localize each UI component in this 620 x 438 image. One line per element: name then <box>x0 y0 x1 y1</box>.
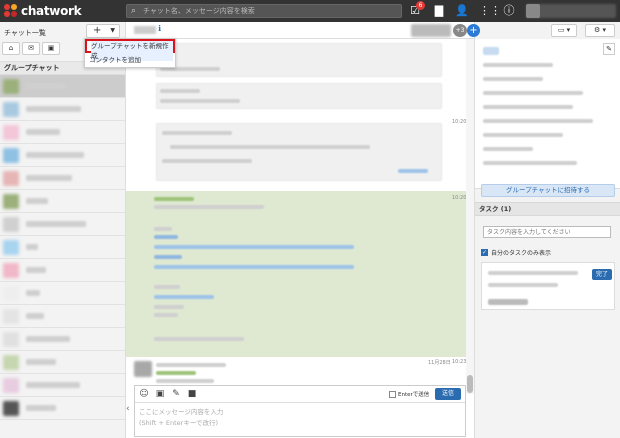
enter-to-send-toggle[interactable]: Enterで送信 <box>389 390 429 398</box>
room-item[interactable] <box>0 190 125 213</box>
chat-list-title: チャット一覧 <box>4 29 46 37</box>
message-time: 10:23 <box>452 359 467 365</box>
add-contact-item[interactable]: コンタクトを追加 <box>85 53 175 67</box>
attach-icon[interactable]: ✎ <box>171 389 181 399</box>
emoji-icon[interactable]: ☺ <box>139 389 149 399</box>
room-item[interactable] <box>0 374 125 397</box>
search-input[interactable] <box>143 6 393 16</box>
add-contact-label: コンタクトを追加 <box>89 56 141 64</box>
home-filter-icon[interactable]: ⌂ <box>2 42 20 55</box>
chat-list-pane: チャット一覧 + ▼ ⌂ ✉ ▣ グループチャット <box>0 22 126 438</box>
room-item[interactable] <box>0 213 125 236</box>
room-item[interactable] <box>0 121 125 144</box>
logo-mark-icon <box>4 4 18 18</box>
room-item[interactable] <box>0 397 125 420</box>
file-menu-button[interactable]: ▭ ▾ <box>551 24 577 37</box>
room-info-icon[interactable]: ℹ <box>158 24 161 33</box>
settings-gear-icon[interactable]: ⚙ ▾ <box>585 24 615 37</box>
task-check-icon[interactable]: ☑ 6 <box>408 1 425 18</box>
room-list <box>0 75 125 420</box>
add-member-icon[interactable]: + <box>467 24 480 37</box>
enter-to-send-label: Enterで送信 <box>398 392 430 398</box>
task-input[interactable] <box>483 226 611 238</box>
room-item[interactable] <box>0 282 125 305</box>
collapse-left-icon[interactable]: ‹ <box>126 404 130 414</box>
member-avatars[interactable] <box>411 24 451 37</box>
folder-icon[interactable]: ▇ <box>432 4 446 18</box>
create-group-chat-item[interactable]: グループチャットを新規作成 <box>85 39 175 61</box>
search-icon: ⌕ <box>131 6 137 16</box>
avatar[interactable] <box>526 4 540 18</box>
room-item[interactable] <box>0 75 125 98</box>
message-composer: ☺ ▣ ✎ ■ Enterで送信 送信 ここにメッセージ内容を入力 (Shift… <box>134 385 466 437</box>
chatwork-logo[interactable]: chatwork <box>4 3 82 19</box>
info-icon[interactable]: ⓘ <box>502 4 516 18</box>
room-header-right: +3 + ▭ ▾ ⚙ ▾ <box>411 22 620 39</box>
search-box[interactable]: ⌕ <box>126 4 402 18</box>
room-info-pane: +3 + ▭ ▾ ⚙ ▾ ✎ グループチャットに招待する タスク (1) ✓ 自… <box>411 22 620 438</box>
message: 10:20 <box>126 117 466 191</box>
timeline-scroll-thumb[interactable] <box>467 375 473 393</box>
member-count[interactable]: +3 <box>453 24 467 37</box>
task-header: タスク (1) <box>475 202 620 216</box>
my-tasks-checkbox[interactable]: ✓ <box>481 249 488 256</box>
message-time: 10:20 <box>452 119 467 125</box>
contact-filter-icon[interactable]: ▣ <box>42 42 60 55</box>
room-item[interactable] <box>0 98 125 121</box>
room-description: ✎ <box>475 39 620 189</box>
message-time: 10:20 <box>452 195 467 201</box>
chat-main-pane: ℹ 10:20 10:20 11月28日 10:23 ☺ ▣ ✎ ■ Enter… <box>126 22 474 438</box>
add-chat-button[interactable]: + ▼ <box>86 24 120 38</box>
timeline-scrollbar[interactable] <box>466 39 474 394</box>
room-item[interactable] <box>0 144 125 167</box>
message-date: 11月28日 <box>428 360 451 366</box>
room-title <box>134 26 156 34</box>
send-button[interactable]: 送信 <box>435 388 461 400</box>
placeholder-line1: ここにメッセージ内容を入力 <box>139 408 224 416</box>
top-bar: chatwork ⌕ ☑ 6 ▇ 👤 ⋮⋮ ⓘ <box>0 0 620 22</box>
room-item[interactable] <box>0 236 125 259</box>
task-done-button[interactable]: 完了 <box>592 269 612 280</box>
room-item[interactable] <box>0 351 125 374</box>
invite-group-chat-button[interactable]: グループチャットに招待する <box>481 184 615 197</box>
add-contact-icon[interactable]: 👤 <box>455 4 469 18</box>
room-item[interactable] <box>0 259 125 282</box>
add-menu-dropdown: グループチャットを新規作成 コンタクトを追加 <box>84 38 176 68</box>
my-tasks-label: 自分のタスクのみ表示 <box>491 250 552 257</box>
message-timeline[interactable]: 10:20 10:20 11月28日 10:23 <box>126 39 474 394</box>
chevron-down-icon: ▼ <box>110 27 115 34</box>
placeholder-line2: (Shift + Enterキーで改行) <box>139 419 218 427</box>
room-item[interactable] <box>0 167 125 190</box>
avatar <box>134 361 152 377</box>
app-name: chatwork <box>21 4 82 18</box>
notification-badge: 6 <box>416 1 425 10</box>
room-item[interactable] <box>0 305 125 328</box>
message <box>126 39 466 117</box>
apps-grid-icon[interactable]: ⋮⋮ <box>479 4 501 18</box>
add-button-label: + <box>93 25 102 36</box>
edit-pencil-icon[interactable]: ✎ <box>603 43 615 55</box>
message-input[interactable]: ここにメッセージ内容を入力 (Shift + Enterキーで改行) <box>139 407 223 429</box>
task-card: 完了 <box>481 262 615 310</box>
my-tasks-only-toggle[interactable]: ✓ 自分のタスクのみ表示 <box>481 248 551 257</box>
highlighted-message: 10:20 <box>126 191 466 357</box>
video-call-icon[interactable]: ■ <box>187 389 197 399</box>
composer-toolbar: ☺ ▣ ✎ ■ Enterで送信 送信 <box>135 386 465 403</box>
enter-to-send-checkbox[interactable] <box>389 390 396 398</box>
room-item[interactable] <box>0 328 125 351</box>
chat-filter-icon[interactable]: ✉ <box>22 42 40 55</box>
to-icon[interactable]: ▣ <box>155 389 165 399</box>
